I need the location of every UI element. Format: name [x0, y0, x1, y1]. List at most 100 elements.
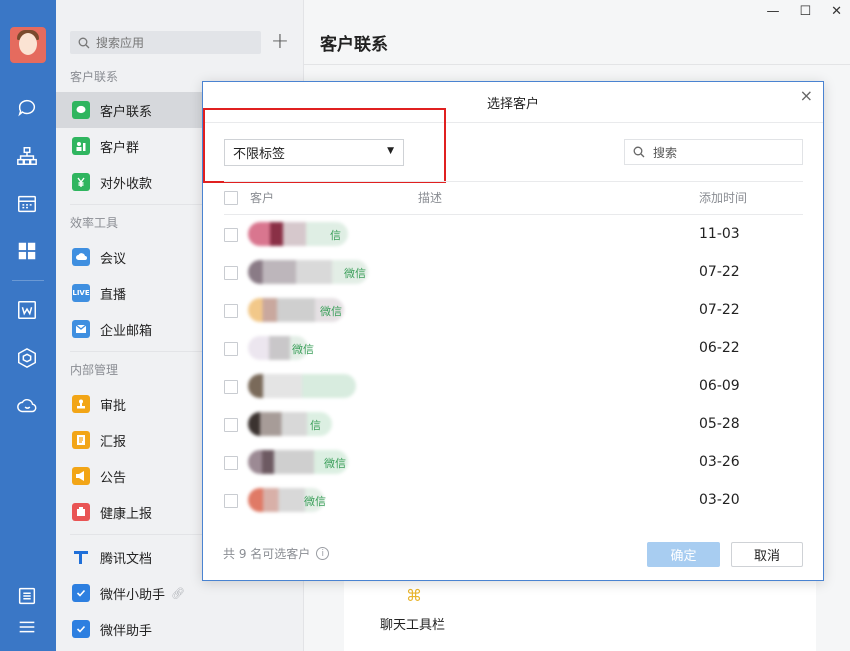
cloud-icon[interactable]	[14, 393, 40, 419]
check-badge-icon	[72, 620, 90, 638]
table-header-top-line	[224, 181, 803, 182]
menu-icon[interactable]	[14, 614, 40, 640]
settings-icon[interactable]	[14, 583, 40, 609]
window-controls: — ☐ ✕	[766, 4, 842, 19]
app-search-input[interactable]: 搜索应用	[70, 31, 261, 54]
row-checkbox[interactable]	[224, 456, 238, 470]
select-all-checkbox[interactable]	[224, 191, 238, 205]
row-added-date: 03-20	[699, 492, 740, 508]
tag-filter-value: 不限标签	[233, 147, 286, 162]
group-icon	[72, 137, 90, 155]
confirm-button[interactable]: 确定	[647, 542, 720, 567]
customer-source-tag: 微信	[292, 343, 314, 356]
customer-search-placeholder: 搜索	[653, 145, 678, 160]
sidebar-item-label: 对外收款	[100, 176, 153, 192]
caret-down-icon: ▼	[387, 146, 394, 156]
row-added-date: 07-22	[699, 264, 740, 280]
mail-icon	[72, 320, 90, 338]
avatar-face	[19, 33, 37, 55]
page-title: 客户联系	[320, 35, 388, 55]
announcement-icon	[72, 467, 90, 485]
avatar[interactable]	[10, 27, 46, 63]
row-added-date: 03-26	[699, 454, 740, 470]
live-icon: LIVE	[72, 284, 90, 302]
tag-filter-select[interactable]: 不限标签 ▼	[224, 139, 404, 166]
header-divider	[304, 64, 850, 65]
row-checkbox[interactable]	[224, 380, 238, 394]
column-header-description: 描述	[418, 191, 443, 205]
check-badge-icon	[72, 584, 90, 602]
table-row[interactable]: 信 11-03	[224, 216, 803, 254]
close-window-icon[interactable]: ✕	[831, 4, 842, 19]
rail-divider	[12, 280, 44, 281]
apps-icon[interactable]	[14, 238, 40, 264]
maximize-icon[interactable]: ☐	[799, 4, 811, 19]
table-row[interactable]: 06-09	[224, 368, 803, 406]
customer-source-tag: 微信	[324, 457, 346, 470]
sidebar-item-label: 微伴助手	[100, 623, 153, 639]
row-added-date: 06-09	[699, 378, 740, 394]
link-icon: 🔗︎	[171, 586, 185, 600]
table-row[interactable]: 微信 06-22	[224, 330, 803, 368]
sidebar-item-label: 直播	[100, 287, 127, 303]
tencent-docs-icon	[72, 548, 90, 566]
add-app-button[interactable]: +	[270, 30, 290, 54]
row-checkbox[interactable]	[224, 342, 238, 356]
row-checkbox[interactable]	[224, 494, 238, 508]
customer-search-input[interactable]: 搜索	[624, 139, 803, 165]
section-title-internal: 内部管理	[70, 363, 119, 377]
yuan-icon	[72, 173, 90, 191]
docs-icon[interactable]	[14, 297, 40, 323]
chat-icon[interactable]	[14, 94, 40, 120]
app-search-placeholder: 搜索应用	[96, 36, 145, 50]
org-icon[interactable]	[14, 143, 40, 169]
left-rail	[0, 0, 56, 651]
blurred-customer-name	[248, 374, 356, 398]
cube-icon[interactable]	[14, 345, 40, 371]
sidebar-item-label: 客户联系	[100, 104, 153, 120]
column-header-added-time: 添加时间	[699, 191, 748, 205]
sidebar-item-label: 公告	[100, 470, 127, 486]
table-row[interactable]: 信 05-28	[224, 406, 803, 444]
close-icon[interactable]: ×	[800, 86, 813, 105]
table-row[interactable]: 微信 07-22	[224, 254, 803, 292]
row-checkbox[interactable]	[224, 228, 238, 242]
info-icon[interactable]: i	[316, 547, 330, 560]
calendar-icon[interactable]	[14, 191, 40, 217]
row-added-date: 11-03	[699, 226, 740, 242]
table-row[interactable]: 微信 03-20	[224, 482, 803, 520]
chat-bubble-icon	[72, 101, 90, 119]
search-icon	[633, 146, 645, 158]
minimize-icon[interactable]: —	[766, 4, 779, 19]
sidebar-item-label: 企业邮箱	[100, 323, 153, 339]
health-icon	[72, 503, 90, 521]
row-added-date: 06-22	[699, 340, 740, 356]
customer-source-tag: 微信	[304, 495, 326, 508]
sidebar-item-label: 审批	[100, 398, 127, 414]
sidebar-item-label: 会议	[100, 251, 127, 267]
sidebar-item-label: 微伴小助手	[100, 587, 166, 603]
sidebar-item-label: 健康上报	[100, 506, 153, 522]
select-customer-dialog: 选择客户 × 不限标签 ▼ 搜索 客户 描述 添加时间 信 11-03 微信 0…	[202, 81, 824, 581]
footer-count-text: 共 9 名可选客户	[223, 547, 311, 561]
sidebar-item-label: 汇报	[100, 434, 127, 450]
chat-toolbar-label: 聊天工具栏	[380, 618, 446, 633]
sidebar-item-label: 客户群	[100, 140, 140, 156]
customer-source-tag: 微信	[344, 267, 366, 280]
row-checkbox[interactable]	[224, 418, 238, 432]
approval-icon	[72, 395, 90, 413]
customer-source-tag: 信	[330, 229, 341, 242]
search-icon	[78, 37, 90, 48]
table-row[interactable]: 微信 07-22	[224, 292, 803, 330]
cloud-meeting-icon	[72, 248, 90, 266]
column-header-customer: 客户	[250, 191, 275, 205]
cancel-button[interactable]: 取消	[731, 542, 803, 567]
row-checkbox[interactable]	[224, 304, 238, 318]
sidebar-item-weiban[interactable]: 微伴助手	[56, 611, 304, 647]
row-checkbox[interactable]	[224, 266, 238, 280]
customer-source-tag: 微信	[320, 305, 342, 318]
table-header-bottom-line	[224, 214, 803, 215]
table-row[interactable]: 微信 03-26	[224, 444, 803, 482]
toolbar-icon: ⌘	[406, 586, 422, 605]
row-added-date: 05-28	[699, 416, 740, 432]
